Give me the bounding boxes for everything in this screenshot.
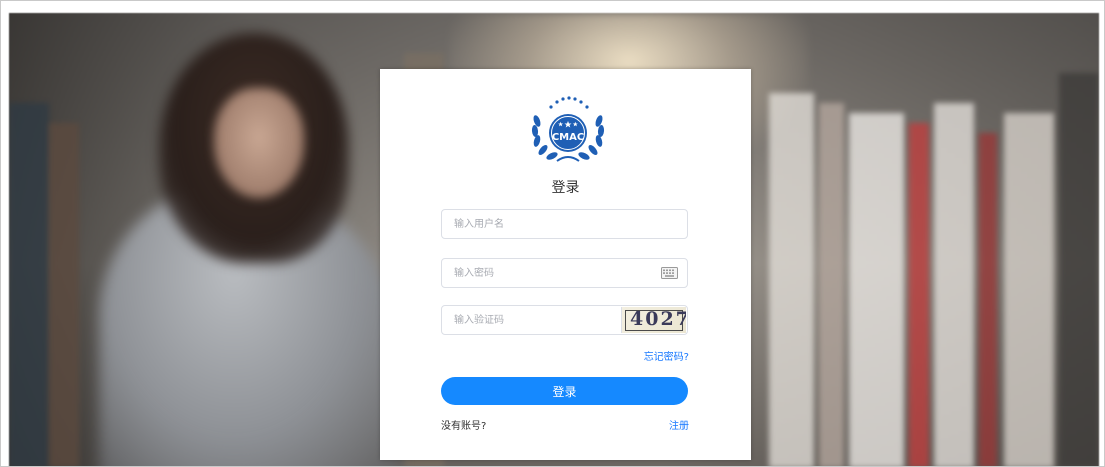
captcha-code: 4027 <box>630 308 686 330</box>
register-link[interactable]: 注册 <box>669 417 689 432</box>
captcha-input[interactable] <box>442 306 622 334</box>
captcha-field[interactable]: 4027 <box>441 305 688 335</box>
keyboard-icon[interactable] <box>661 267 678 279</box>
login-button[interactable]: 登录 <box>441 377 688 405</box>
username-input[interactable] <box>442 210 687 238</box>
page-title: 登录 <box>551 180 580 196</box>
password-input[interactable] <box>442 259 687 287</box>
login-card: CMAC 登录 输入用户名 输入验证码 4027 忘记密码? 登录 没有账号? … <box>380 69 751 460</box>
no-account-label: 没有账号? <box>441 421 487 432</box>
cmac-logo: CMAC <box>531 96 605 162</box>
username-field[interactable] <box>441 209 688 239</box>
captcha-image[interactable]: 4027 <box>621 307 686 333</box>
person-face <box>214 88 304 198</box>
password-field[interactable] <box>441 258 688 288</box>
login-page: CMAC 登录 输入用户名 输入验证码 4027 忘记密码? 登录 没有账号? … <box>0 0 1105 467</box>
forgot-password-link[interactable]: 忘记密码? <box>644 348 689 363</box>
logo-text: CMAC <box>552 132 584 143</box>
